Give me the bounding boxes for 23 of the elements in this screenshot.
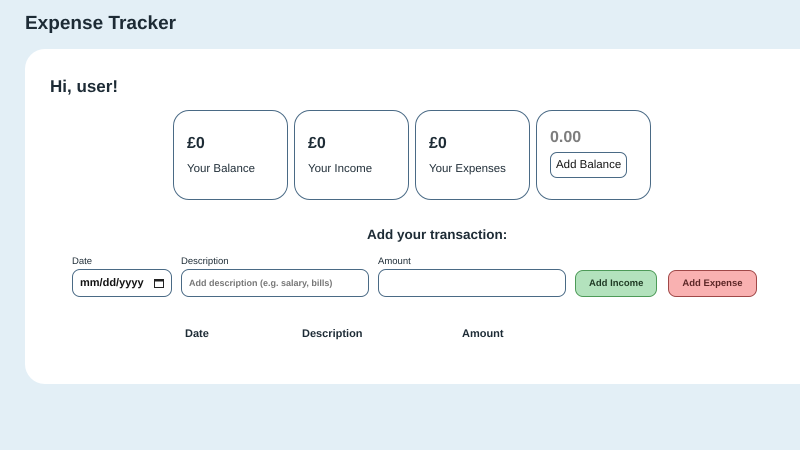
stat-value: £0 xyxy=(429,135,447,153)
add-button[interactable]: Add Income xyxy=(575,270,658,297)
app-title: Expense Tracker xyxy=(25,13,176,35)
date-field[interactable]: mm/dd/yyyy xyxy=(72,269,172,297)
greeting: Hi, user! xyxy=(50,77,118,97)
add-balance-button[interactable]: Add Balance xyxy=(550,152,628,178)
stat-label: Your Income xyxy=(308,163,372,175)
text-field[interactable] xyxy=(378,269,566,297)
stat-value: £0 xyxy=(308,135,326,153)
field-label: Description xyxy=(181,256,229,267)
stat-label: Your Expenses xyxy=(429,163,506,175)
text-field[interactable]: Add description (e.g. salary, bills) xyxy=(181,269,369,297)
column-header: Description xyxy=(302,328,364,340)
column-header: Date xyxy=(185,328,210,340)
column-header: Amount xyxy=(462,328,505,340)
field-label: Date xyxy=(72,256,92,267)
stat-value: £0 xyxy=(187,135,205,153)
field-label: Amount xyxy=(378,256,411,267)
stat-label: Your Balance xyxy=(187,163,255,175)
add-button[interactable]: Add Expense xyxy=(668,270,757,297)
calendar-icon xyxy=(154,278,164,288)
form-title: Add your transaction: xyxy=(367,227,508,242)
balance-value: 0.00 xyxy=(550,129,582,147)
